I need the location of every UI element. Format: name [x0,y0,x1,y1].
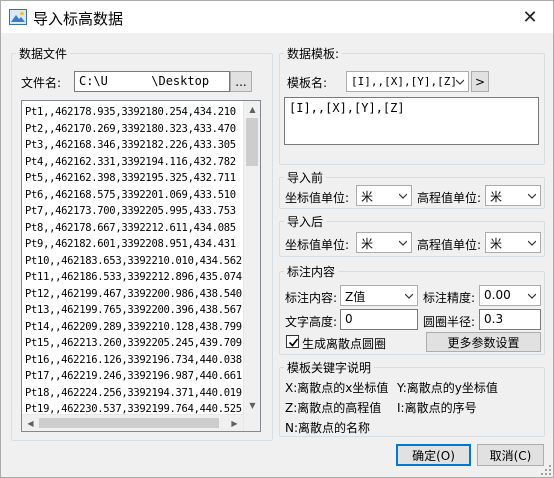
after-coord-unit-value: 米 [361,237,374,251]
list-item: Pt2,,462170.269,3392180.323,433.470 [25,122,236,135]
template-name-label: 模板名: [287,76,328,90]
keyword-i-desc: I:离散点的序号 [397,401,477,415]
horizontal-scrollbar[interactable]: ◀ ▶ [22,414,243,431]
close-button[interactable]: ✕ [507,1,553,33]
before-import-label: 导入前 [287,171,324,185]
after-import-label: 导入后 [287,215,324,229]
chevron-down-icon [528,240,536,246]
gen-circle-checkbox[interactable] [286,335,299,348]
keywords-group-label: 模板关键字说明 [287,361,372,375]
import-elevation-dialog: 导入标高数据 ✕ 数据文件 文件名: C:\U \Desktop ... Pt1… [0,0,554,478]
file-name-label: 文件名: [21,76,62,90]
before-elev-unit-value: 米 [490,190,503,204]
scroll-left-icon[interactable]: ◀ [22,415,39,431]
keyword-y-desc: Y:离散点的y坐标值 [397,381,498,395]
list-item: Pt16,,462216.126,3392196.734,440.038 [25,353,242,366]
list-item: Pt1,,462178.935,3392180.254,434.210 [25,106,236,118]
before-coord-unit-value: 米 [361,190,374,204]
circle-radius-field[interactable]: 0.3 [479,309,541,330]
more-params-button[interactable]: 更多参数设置 [426,332,541,352]
chevron-down-icon [405,293,413,299]
after-coord-unit-label: 坐标值单位: [285,238,350,252]
annotation-precision-value: 0.00 [484,288,511,302]
chevron-down-icon [528,193,536,199]
template-name-select[interactable]: [I],,[X],[Y],[Z] [346,71,469,92]
list-item: Pt9,,462182.601,3392208.951,434.431 [25,238,236,250]
keyword-n-desc: N:离散点的名称 [285,421,371,435]
scroll-up-icon[interactable]: ▲ [244,101,260,118]
app-icon [9,9,27,25]
list-item: Pt3,,462168.346,3392182.226,433.305 [25,139,236,151]
list-item: Pt8,,462178.667,3392212.611,434.085 [25,221,236,234]
template-next-button[interactable]: > [471,71,489,92]
annotation-content-value: Z值 [345,290,366,304]
text-height-field[interactable]: 0 [340,309,418,330]
ok-button[interactable]: 确定(O) [396,444,471,466]
list-item: Pt11,,462186.533,3392212.896,435.074 [25,271,242,283]
scroll-down-icon[interactable]: ▼ [244,397,260,414]
after-elev-unit-value: 米 [490,237,503,251]
vertical-scroll-thumb[interactable] [246,118,258,166]
after-elev-unit-label: 高程值单位: [417,238,482,252]
before-elev-unit-select[interactable]: 米 [485,185,541,206]
before-coord-unit-select[interactable]: 米 [356,185,412,206]
data-file-group-label: 数据文件 [19,47,68,61]
before-coord-unit-label: 坐标值单位: [285,191,350,205]
list-item: Pt7,,462173.700,3392205.995,433.753 [25,205,236,217]
template-content-text: [I],,[X],[Y],[Z] [289,101,405,115]
annotation-content-select[interactable]: Z值 [340,285,418,306]
data-preview-list[interactable]: Pt1,,462178.935,3392180.254,434.210 Pt2,,… [21,100,261,432]
list-item: Pt4,,462162.331,3392194.116,432.782 [25,155,236,168]
list-item: Pt15,,462213.260,3392205.245,439.709 [25,337,242,349]
chevron-down-icon [528,293,536,299]
list-item: Pt17,,462219.246,3392196.987,440.661 [25,370,242,382]
list-item: Pt14,,462209.289,3392210.128,438.799 [25,320,242,333]
circle-radius-label: 圆圈半径: [423,315,476,329]
checkmark-icon [288,338,299,347]
template-content-field[interactable]: [I],,[X],[Y],[Z] [284,97,539,145]
after-coord-unit-select[interactable]: 米 [356,232,412,253]
list-item: Pt18,,462224.256,3392194.371,440.019 [25,386,242,399]
chevron-down-icon [456,79,464,85]
after-elev-unit-select[interactable]: 米 [485,232,541,253]
list-item: Pt6,,462168.575,3392201.069,433.510 [25,188,236,201]
chevron-down-icon [399,193,407,199]
chevron-down-icon [399,240,407,246]
cancel-button[interactable]: 取消(C) [477,444,544,466]
template-group-label: 数据模板: [287,47,340,61]
annotation-precision-label: 标注精度: [423,291,476,305]
data-rows: Pt1,,462178.935,3392180.254,434.210 Pt2,,… [25,104,242,418]
scroll-right-icon[interactable]: ▶ [226,415,243,431]
list-item: Pt10,,462183.653,3392210.010,434.562 [25,254,242,267]
vertical-scrollbar[interactable]: ▲ ▼ [243,101,260,431]
file-path-field[interactable]: C:\U \Desktop [74,71,230,92]
keyword-x-desc: X:离散点的x坐标值 [285,381,389,395]
text-height-label: 文字高度: [285,315,338,329]
list-item: Pt13,,462199.765,3392200.396,438.567 [25,304,242,316]
annotation-group-label: 标注内容 [287,265,336,279]
before-elev-unit-label: 高程值单位: [417,191,482,205]
gen-circle-label[interactable]: 生成离散点圆圈 [302,335,386,352]
horizontal-scroll-thumb[interactable] [39,418,219,428]
annotation-precision-select[interactable]: 0.00 [479,285,541,306]
list-item: Pt5,,462162.398,3392195.325,432.711 [25,172,236,184]
list-item: Pt12,,462199.467,3392200.986,438.540 [25,287,242,300]
title-bar: 导入标高数据 ✕ [1,1,553,33]
template-name-value: [I],,[X],[Y],[Z] [351,75,457,88]
browse-button[interactable]: ... [230,71,252,92]
keyword-z-desc: Z:离散点的高程值 [285,401,382,415]
annotation-content-label: 标注内容: [285,291,338,305]
window-title: 导入标高数据 [33,10,124,28]
resize-grip-icon[interactable] [541,465,551,475]
